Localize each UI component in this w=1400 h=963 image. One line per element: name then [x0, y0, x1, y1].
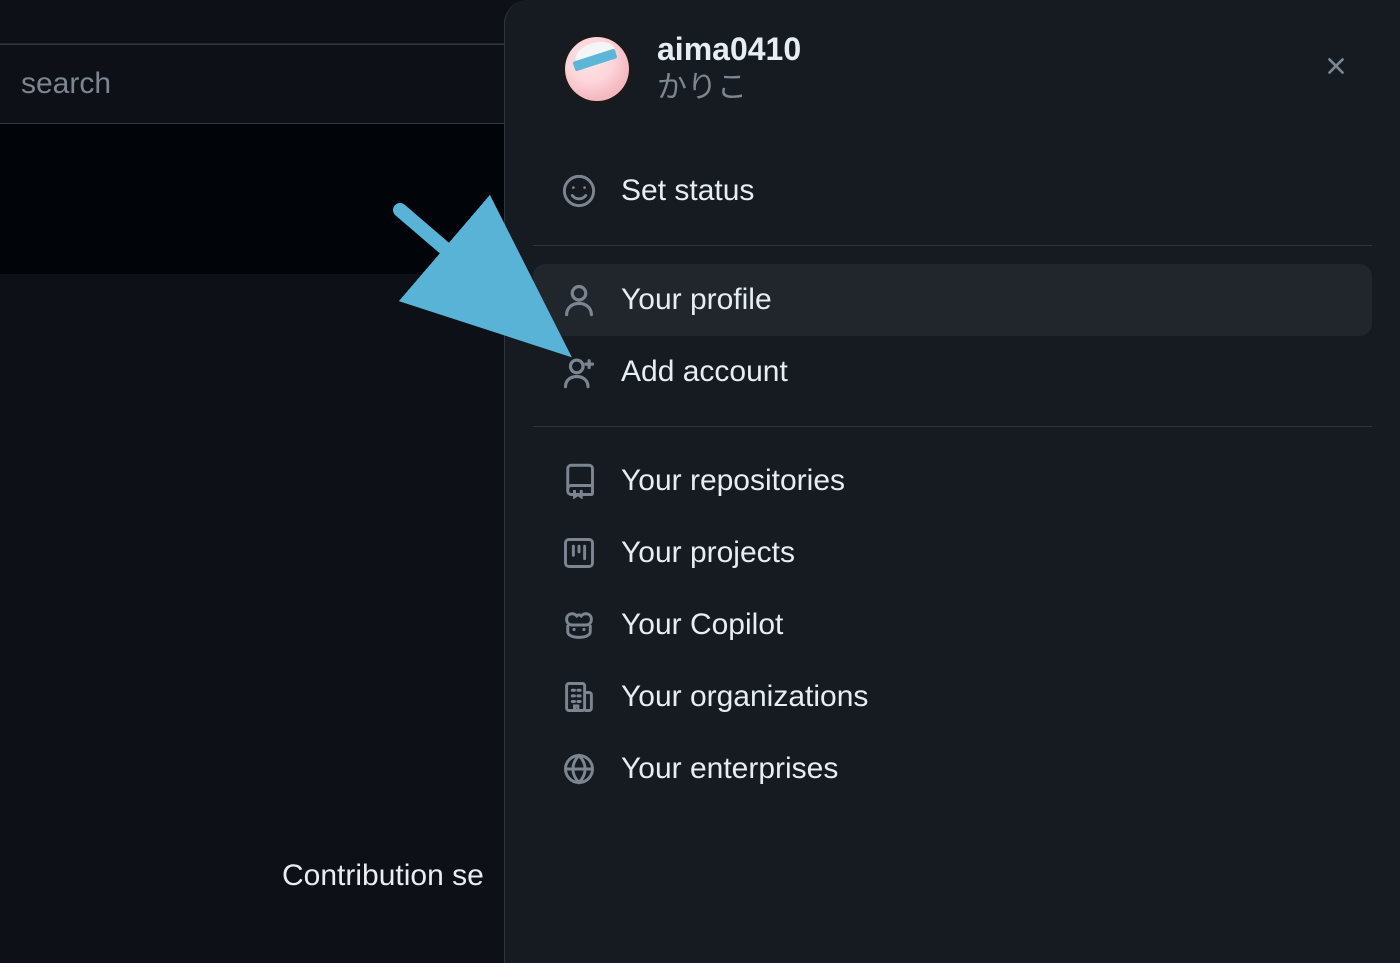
- menu-section-status: Set status: [505, 137, 1400, 245]
- copilot-icon: [561, 607, 597, 643]
- display-name: かりこ: [657, 68, 1312, 107]
- menu-item-your-enterprises[interactable]: Your enterprises: [533, 733, 1372, 805]
- username: aima0410: [657, 30, 1312, 68]
- avatar-image: [565, 37, 629, 101]
- close-button[interactable]: [1312, 45, 1360, 93]
- menu-section-account: Your profile Add account: [505, 246, 1400, 426]
- menu-item-label: Your enterprises: [621, 752, 838, 786]
- menu-item-label: Your profile: [621, 283, 772, 317]
- person-icon: [561, 282, 597, 318]
- panel-header: aima0410 かりこ: [505, 30, 1400, 137]
- menu-item-add-account[interactable]: Add account: [533, 336, 1372, 408]
- menu-item-your-repositories[interactable]: Your repositories: [533, 445, 1372, 517]
- organization-icon: [561, 679, 597, 715]
- menu-item-label: Add account: [621, 355, 788, 389]
- globe-icon: [561, 751, 597, 787]
- smiley-icon: [561, 173, 597, 209]
- repo-icon: [561, 463, 597, 499]
- menu-item-label: Your repositories: [621, 464, 845, 498]
- menu-item-label: Your projects: [621, 536, 795, 570]
- menu-item-your-copilot[interactable]: Your Copilot: [533, 589, 1372, 661]
- project-icon: [561, 535, 597, 571]
- person-plus-icon: [561, 354, 597, 390]
- menu-item-your-profile[interactable]: Your profile: [533, 264, 1372, 336]
- close-icon: [1322, 52, 1350, 85]
- menu-item-label: Your Copilot: [621, 608, 783, 642]
- menu-item-your-projects[interactable]: Your projects: [533, 517, 1372, 589]
- background-nav-bar: [0, 0, 520, 44]
- user-menu-panel: aima0410 かりこ Set status: [504, 0, 1400, 963]
- avatar[interactable]: [561, 33, 633, 105]
- menu-item-label: Set status: [621, 174, 754, 208]
- contribution-settings-label: Contribution se: [282, 859, 484, 893]
- search-input[interactable]: search: [0, 44, 520, 124]
- user-info: aima0410 かりこ: [657, 30, 1312, 107]
- background-content-bar: [0, 124, 520, 274]
- menu-item-set-status[interactable]: Set status: [533, 155, 1372, 227]
- menu-section-your: Your repositories Your projects Your C: [505, 427, 1400, 823]
- search-placeholder: search: [21, 67, 111, 101]
- menu-item-label: Your organizations: [621, 680, 868, 714]
- menu-item-your-organizations[interactable]: Your organizations: [533, 661, 1372, 733]
